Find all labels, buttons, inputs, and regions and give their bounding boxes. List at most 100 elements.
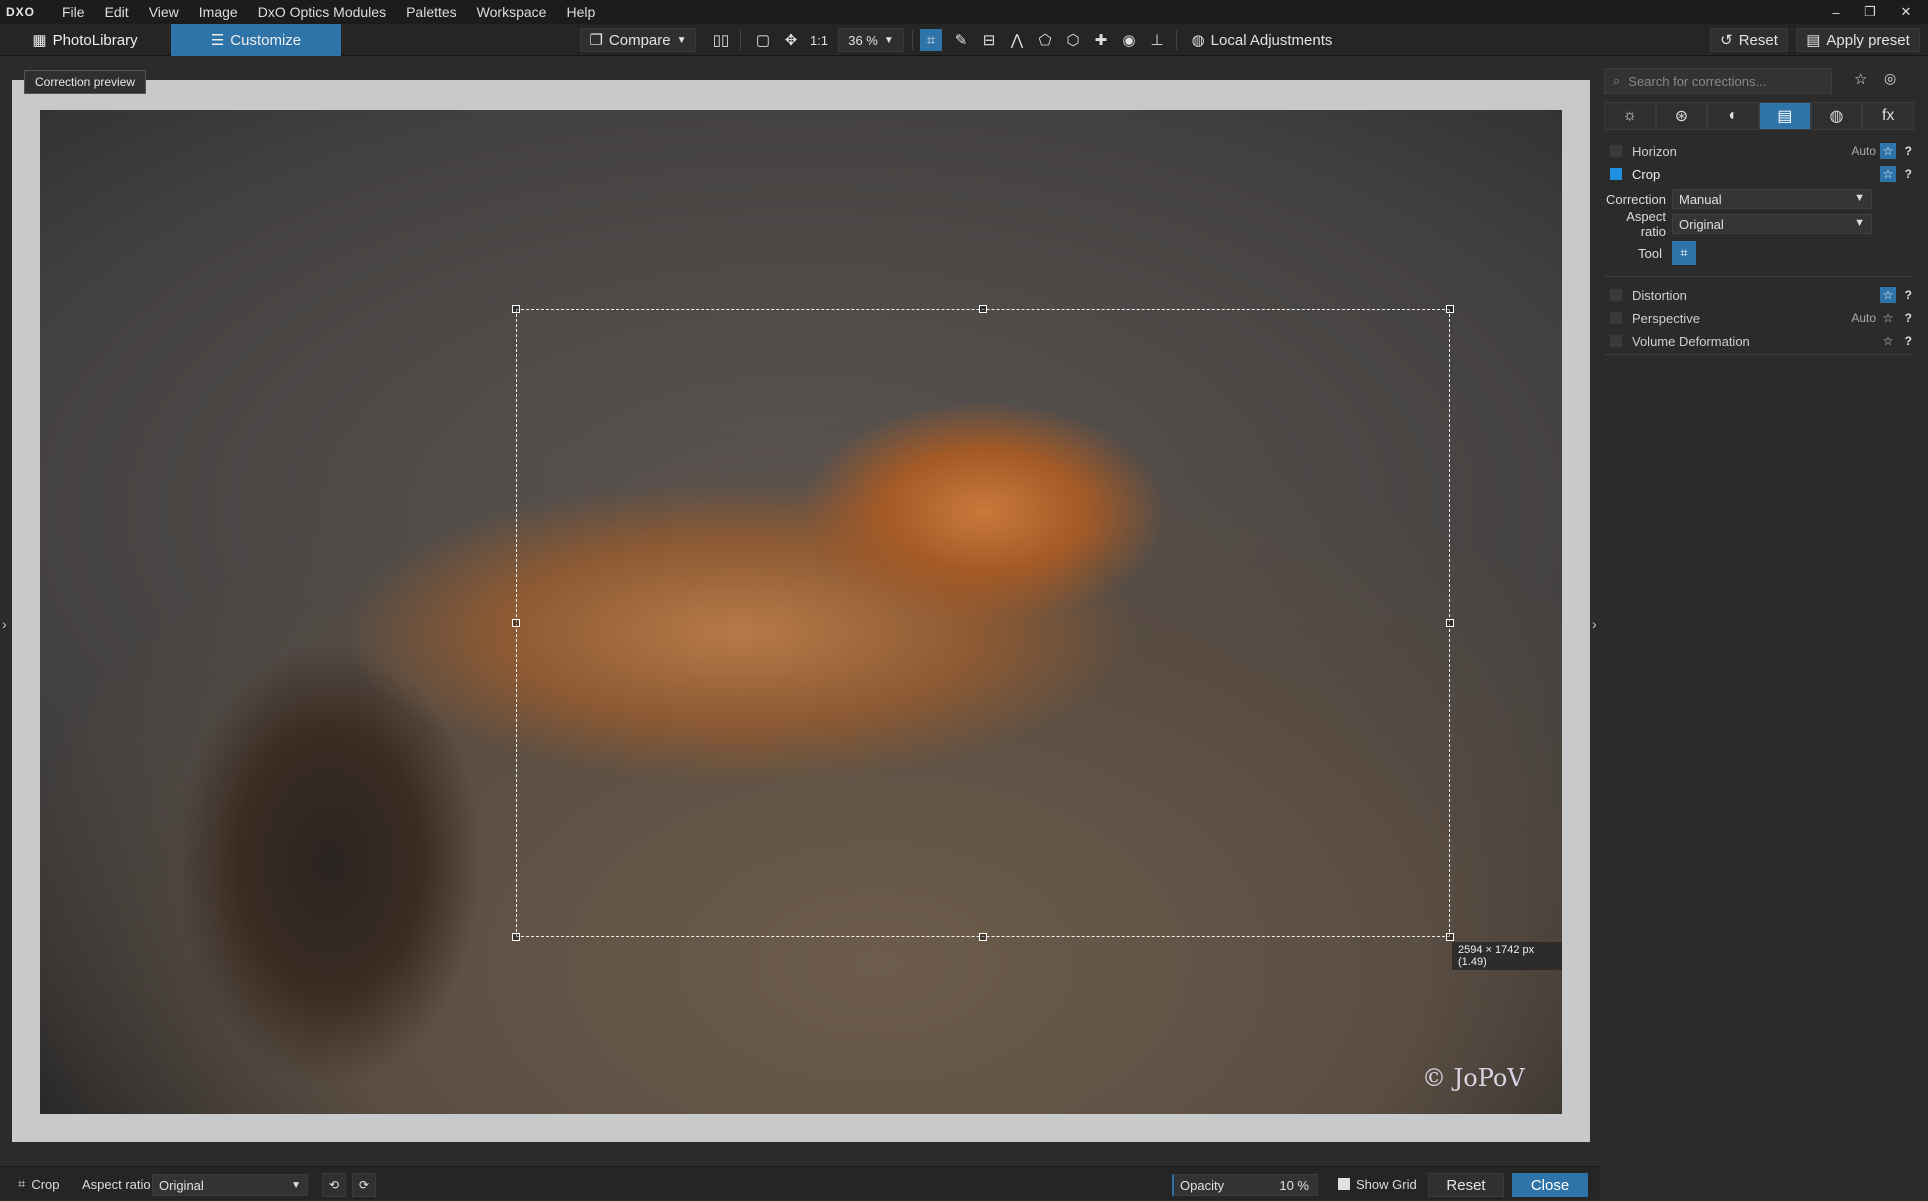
crop-handle-bottom[interactable] [979, 933, 987, 941]
menu-file[interactable]: File [52, 4, 95, 20]
local-adjustments-button[interactable]: ◍ Local Adjustments [1184, 28, 1340, 52]
crop-handle-left[interactable] [512, 619, 520, 627]
volume-deformation-checkbox[interactable] [1610, 335, 1622, 347]
help-icon[interactable]: ? [1905, 144, 1912, 158]
star-icon[interactable]: ☆ [1880, 166, 1896, 182]
compare-icon: ❐ [589, 32, 603, 49]
distortion-label: Distortion [1632, 287, 1687, 303]
perspective-8pt-icon[interactable]: ⬡ [1062, 29, 1084, 51]
toolbar-divider [912, 30, 913, 50]
crop-tool-icon[interactable]: ⌗ [920, 29, 942, 51]
help-icon[interactable]: ? [1905, 288, 1912, 302]
crop-tool-icon[interactable]: ⌗ [1672, 241, 1696, 265]
menu-help[interactable]: Help [556, 4, 605, 20]
menu-dxo-optics-modules[interactable]: DxO Optics Modules [248, 4, 396, 20]
reset-button[interactable]: ↺ Reset [1710, 28, 1788, 52]
volume-deformation-row[interactable]: Volume Deformation ☆ ? [1604, 330, 1914, 352]
white-balance-icon[interactable]: ⊥ [1146, 29, 1168, 51]
crop-label: Crop [1632, 166, 1661, 182]
tool-field: Tool ⌗ [1604, 240, 1914, 266]
divider [1604, 354, 1914, 355]
crop-handle-bottom-left[interactable] [512, 933, 520, 941]
correction-field: Correction Manual ▼ [1604, 188, 1914, 210]
horizon-row[interactable]: Horizon Auto ☆ ? [1604, 140, 1914, 162]
crop-row[interactable]: Crop ☆ ? [1604, 163, 1914, 185]
tab-effects[interactable]: fx [1862, 102, 1915, 130]
help-icon[interactable]: ? [1905, 311, 1912, 325]
star-icon[interactable]: ☆ [1880, 143, 1896, 159]
show-grid-checkbox[interactable] [1338, 1178, 1350, 1190]
menu-image[interactable]: Image [189, 4, 248, 20]
star-icon[interactable]: ☆ [1880, 287, 1896, 303]
visibility-toggle-icon[interactable]: ◎ [1884, 70, 1896, 87]
star-icon[interactable]: ☆ [1880, 333, 1896, 349]
crop-handle-top-left[interactable] [512, 305, 520, 313]
move-icon[interactable]: ✥ [780, 29, 802, 51]
tab-color[interactable]: ⊛ [1655, 102, 1708, 130]
crop-handle-top[interactable] [979, 305, 987, 313]
bottom-reset-button[interactable]: Reset [1428, 1173, 1504, 1197]
chevron-down-icon: ▼ [1854, 217, 1865, 229]
watermark: © JoPoV [1422, 1064, 1525, 1092]
compare-button[interactable]: ❐ Compare ▼ [580, 28, 696, 52]
toolbar: ▦ PhotoLibrary ☰ Customize ❐ Compare ▼ ▯… [0, 24, 1928, 56]
tab-customize-label: Customize [230, 31, 302, 49]
distortion-checkbox[interactable] [1610, 289, 1622, 301]
correction-select[interactable]: Manual ▼ [1672, 189, 1872, 209]
tab-detail[interactable]: ◐ [1707, 102, 1760, 130]
repair-tool-icon[interactable]: ✚ [1090, 29, 1112, 51]
crop-checkbox[interactable] [1610, 168, 1622, 180]
fit-icon[interactable]: ▢ [752, 29, 774, 51]
help-icon[interactable]: ? [1905, 167, 1912, 181]
split-view-icon[interactable]: ▯▯ [710, 29, 732, 51]
help-icon[interactable]: ? [1905, 334, 1912, 348]
tab-customize[interactable]: ☰ Customize [171, 24, 341, 56]
perspective-tool-icon[interactable]: ⋀ [1006, 29, 1028, 51]
menu-view[interactable]: View [139, 4, 189, 20]
close-button[interactable]: Close [1512, 1173, 1588, 1197]
bottom-aspect-ratio-select[interactable]: Original ▼ [152, 1174, 308, 1196]
close-window-button[interactable]: ✕ [1888, 0, 1924, 24]
menu-palettes[interactable]: Palettes [396, 4, 467, 20]
restore-button[interactable]: ❐ [1852, 0, 1888, 24]
apply-preset-button[interactable]: ▤ Apply preset [1796, 28, 1920, 52]
chevron-down-icon: ▼ [883, 34, 894, 46]
tab-local[interactable]: ◍ [1810, 102, 1863, 130]
one-to-one-button[interactable]: 1:1 [808, 29, 830, 51]
tab-light[interactable]: ☼ [1604, 102, 1656, 130]
crop-handle-bottom-right[interactable] [1446, 933, 1454, 941]
distortion-row[interactable]: Distortion ☆ ? [1604, 284, 1914, 306]
crop-icon: ⌗ [18, 1176, 26, 1191]
rotate-left-icon[interactable]: ⟲ [322, 1173, 346, 1197]
bottom-crop-label: Crop [31, 1176, 60, 1192]
menu-edit[interactable]: Edit [95, 4, 139, 20]
rotate-right-icon[interactable]: ⟳ [352, 1173, 376, 1197]
aspect-ratio-select[interactable]: Original ▼ [1672, 214, 1872, 234]
crop-tool-indicator: ⌗ Crop [18, 1167, 60, 1201]
minimize-button[interactable]: – [1818, 0, 1854, 24]
zoom-select[interactable]: 36 % ▼ [838, 28, 904, 52]
horizon-checkbox[interactable] [1610, 145, 1622, 157]
tab-geometry[interactable]: ▤ [1759, 102, 1811, 130]
photo-canvas[interactable]: 2594 × 1742 px (1.49) © JoPoV [40, 110, 1562, 1114]
menu-workspace[interactable]: Workspace [467, 4, 557, 20]
star-icon[interactable]: ☆ [1880, 310, 1896, 326]
perspective-4pt-icon[interactable]: ⬠ [1034, 29, 1056, 51]
chevron-down-icon: ▼ [291, 1179, 301, 1191]
search-input[interactable]: ⌕ Search for corrections... [1604, 68, 1832, 94]
perspective-checkbox[interactable] [1610, 312, 1622, 324]
perspective-row[interactable]: Perspective Auto ☆ ? [1604, 307, 1914, 329]
eyedropper-icon[interactable]: ✎ [950, 29, 972, 51]
chevron-right-icon[interactable]: › [2, 616, 7, 632]
bottom-aspect-ratio-value: Original [159, 1177, 204, 1193]
crop-frame[interactable] [516, 309, 1450, 937]
preset-icon: ▤ [1806, 32, 1821, 49]
tab-photolibrary[interactable]: ▦ PhotoLibrary [24, 24, 146, 56]
show-grid-toggle[interactable]: Show Grid [1338, 1167, 1417, 1201]
opacity-slider[interactable]: Opacity 10 % [1172, 1174, 1318, 1196]
favorites-star-icon[interactable]: ☆ [1854, 70, 1867, 88]
crop-handle-top-right[interactable] [1446, 305, 1454, 313]
crop-handle-right[interactable] [1446, 619, 1454, 627]
red-eye-icon[interactable]: ◉ [1118, 29, 1140, 51]
horizon-tool-icon[interactable]: ⊟ [978, 29, 1000, 51]
